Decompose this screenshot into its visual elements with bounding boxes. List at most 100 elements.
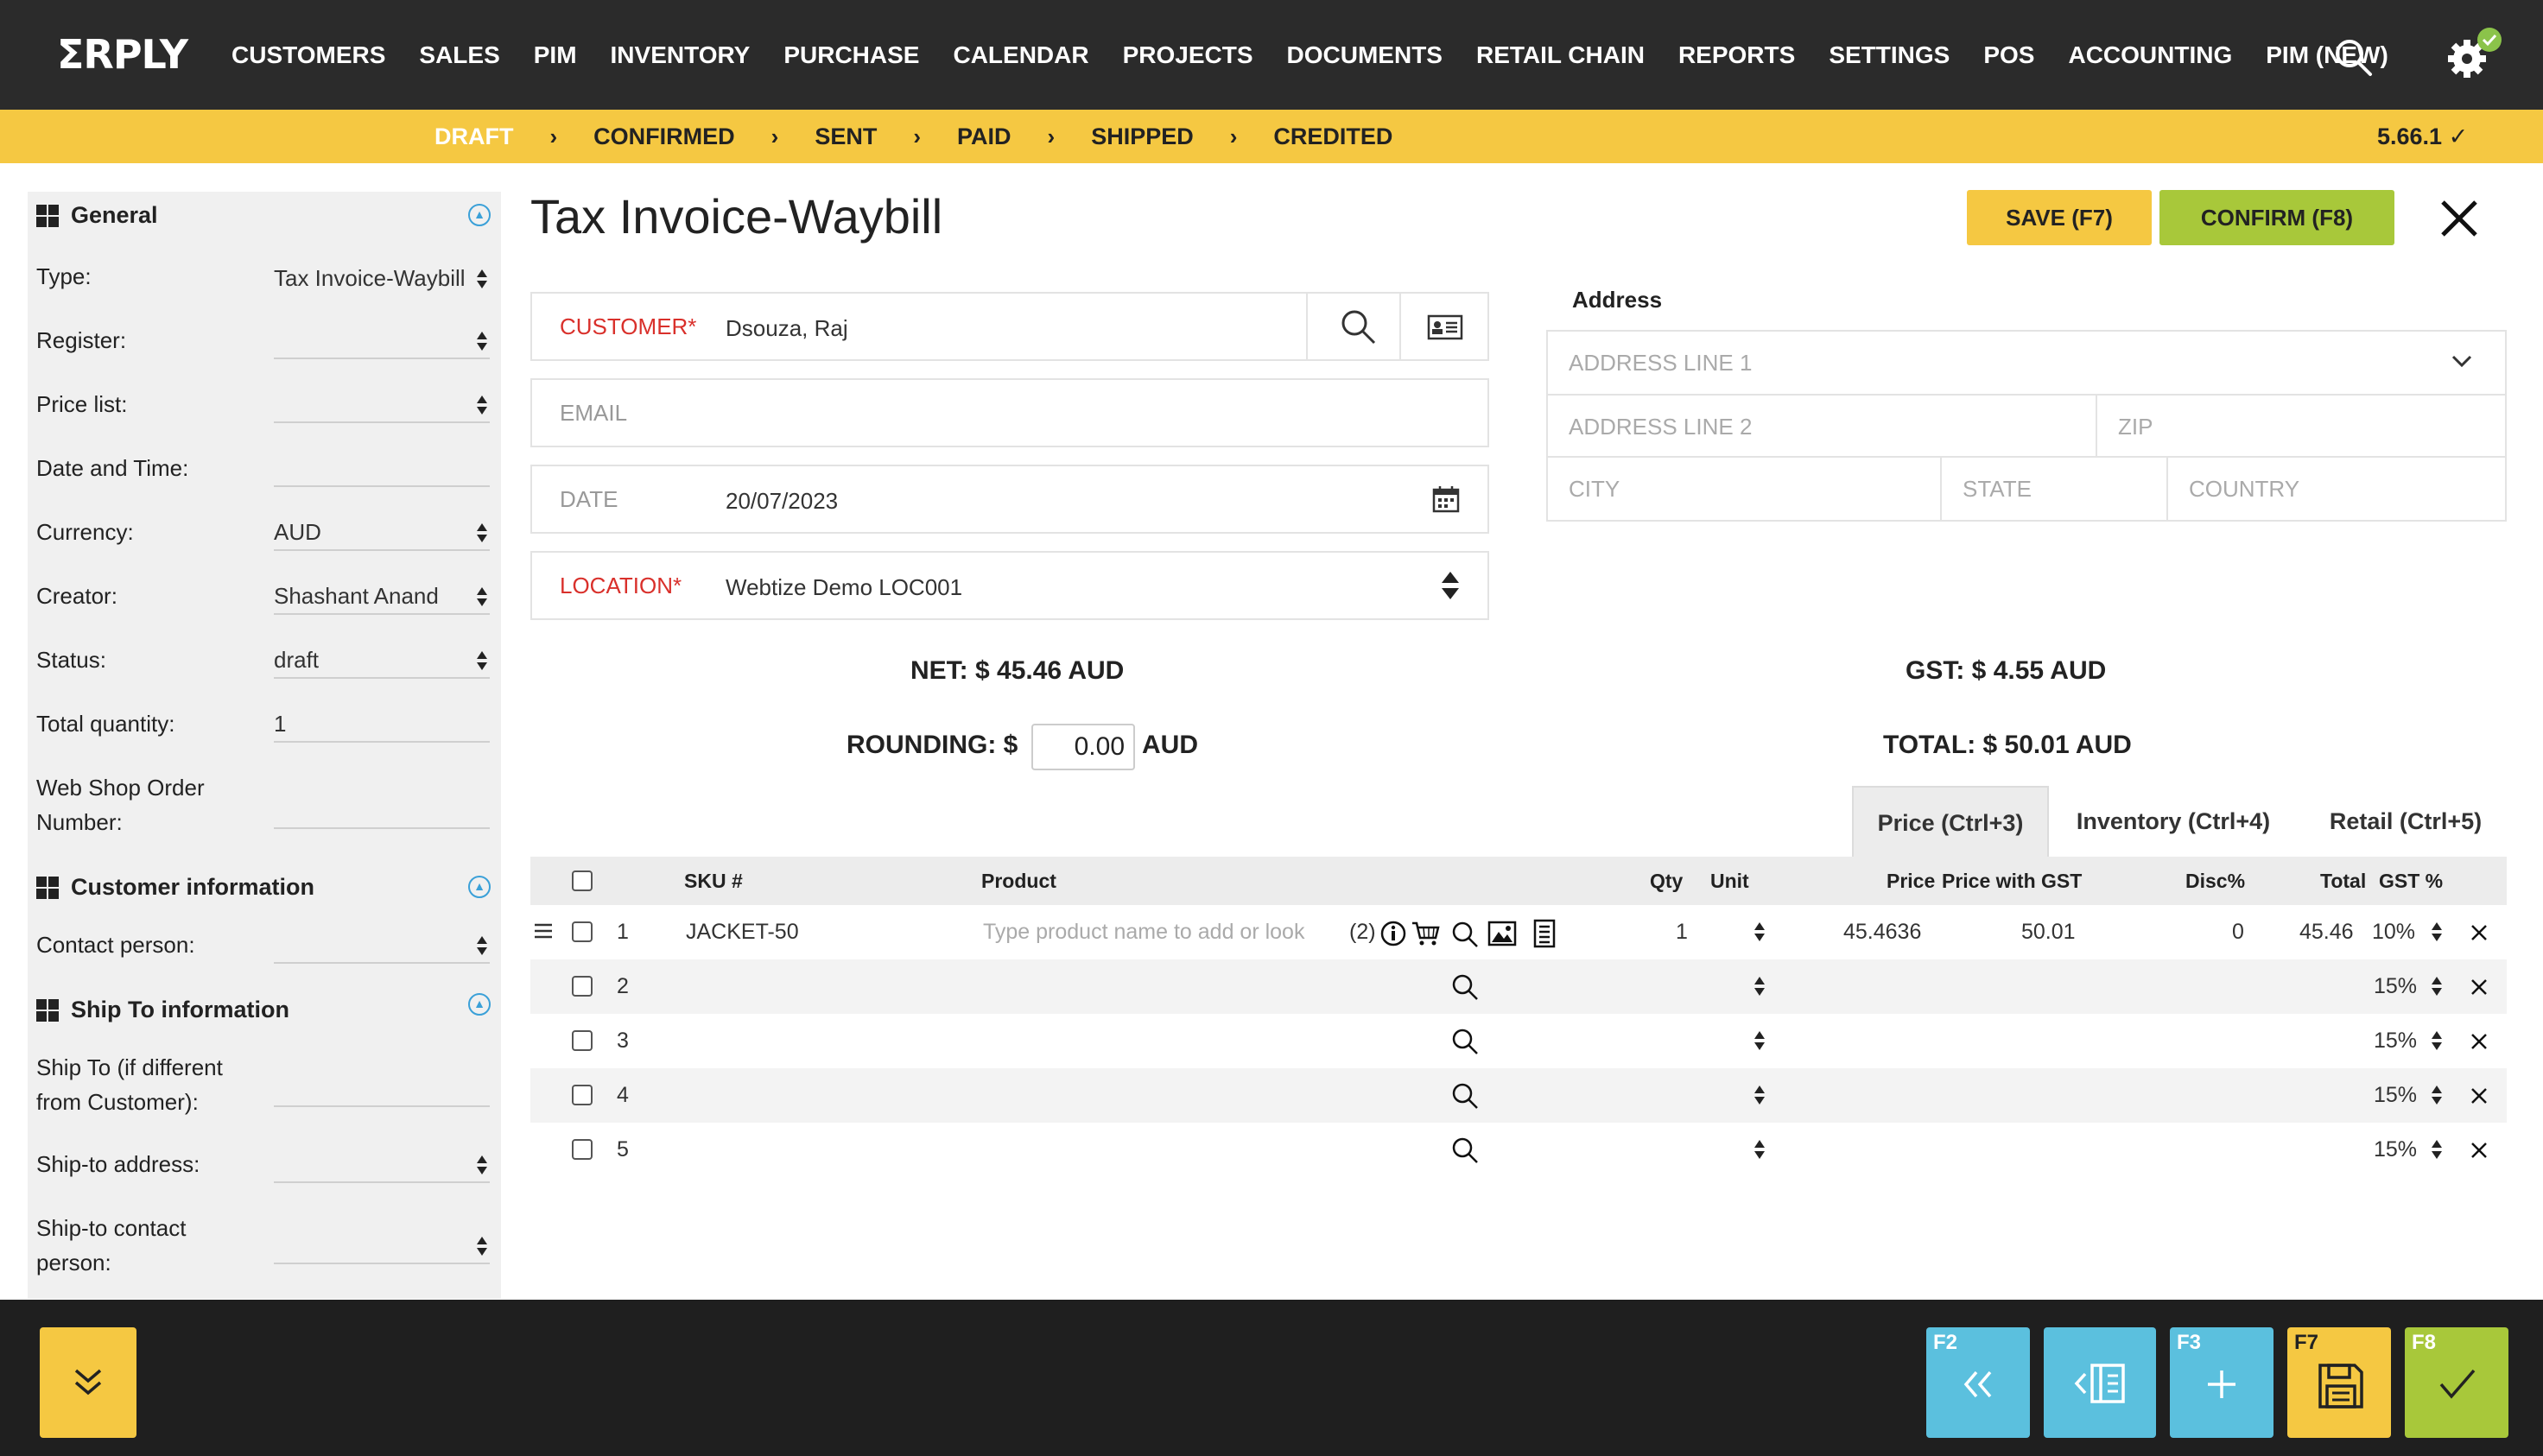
menu-pim[interactable]: PIM (534, 41, 577, 69)
unit-select-arrows-icon[interactable] (1753, 921, 1766, 943)
drag-handle-icon[interactable] (534, 922, 553, 940)
unit-select-arrows-icon[interactable] (1753, 1029, 1766, 1052)
erply-logo[interactable]: ΣRPLY (57, 31, 188, 78)
close-icon[interactable] (2438, 197, 2481, 240)
search-icon[interactable] (1451, 1028, 1479, 1055)
gst-select-arrows-icon[interactable] (2431, 1029, 2443, 1052)
register-select[interactable] (274, 321, 490, 359)
ship-to-contact-select[interactable] (274, 1226, 490, 1264)
info-icon[interactable] (1380, 921, 1406, 946)
delete-row-icon[interactable] (2470, 1087, 2488, 1105)
step-paid[interactable]: PAID (957, 123, 1011, 150)
city-input[interactable]: CITY (1548, 458, 1942, 520)
date-time-input[interactable] (274, 449, 490, 487)
menu-documents[interactable]: DOCUMENTS (1287, 41, 1443, 69)
unit-select-arrows-icon[interactable] (1753, 1084, 1766, 1106)
delete-row-icon[interactable] (2470, 1033, 2488, 1050)
document-icon[interactable] (1532, 919, 1557, 948)
step-draft[interactable]: DRAFT (434, 123, 513, 150)
unit-select-arrows-icon[interactable] (1753, 1138, 1766, 1161)
f2-back-button[interactable]: F2 (1926, 1327, 2030, 1438)
table-row[interactable]: 5 15% (530, 1123, 2507, 1177)
menu-projects[interactable]: PROJECTS (1123, 41, 1253, 69)
unit-select-arrows-icon[interactable] (1753, 975, 1766, 997)
rounding-input[interactable]: 0.00 (1031, 724, 1135, 770)
cart-icon[interactable] (1411, 921, 1441, 946)
menu-calendar[interactable]: CALENDAR (953, 41, 1088, 69)
web-shop-order-input[interactable] (274, 791, 490, 829)
f3-add-button[interactable]: F3 (2170, 1327, 2273, 1438)
customer-value[interactable]: Dsouza, Raj (726, 294, 848, 363)
menu-reports[interactable]: REPORTS (1678, 41, 1795, 69)
delete-row-icon[interactable] (2470, 924, 2488, 941)
tab-price[interactable]: Price (Ctrl+3) (1852, 786, 2049, 857)
customer-field[interactable]: CUSTOMER* Dsouza, Raj (530, 292, 1489, 361)
f8-confirm-button[interactable]: F8 (2405, 1327, 2508, 1438)
step-credited[interactable]: CREDITED (1273, 123, 1392, 150)
search-icon[interactable] (1451, 973, 1479, 1001)
gst-select-arrows-icon[interactable] (2431, 921, 2443, 943)
gst-select-arrows-icon[interactable] (2431, 975, 2443, 997)
price-list-select[interactable] (274, 385, 490, 423)
tab-retail[interactable]: Retail (Ctrl+5) (2306, 786, 2505, 857)
expand-sidebar-button[interactable] (40, 1327, 136, 1438)
step-sent[interactable]: SENT (815, 123, 877, 150)
select-all-checkbox[interactable] (572, 870, 593, 891)
row-price[interactable]: 45.4636 (1843, 905, 1921, 959)
step-confirmed[interactable]: CONFIRMED (593, 123, 735, 150)
ship-to-address-select[interactable] (274, 1145, 490, 1183)
row-discount[interactable]: 0 (2232, 905, 2244, 959)
row-checkbox[interactable] (572, 1085, 593, 1105)
menu-pos[interactable]: POS (1983, 41, 2034, 69)
tab-inventory[interactable]: Inventory (Ctrl+4) (2059, 786, 2287, 857)
menu-purchase[interactable]: PURCHASE (783, 41, 919, 69)
gst-select-arrows-icon[interactable] (2431, 1084, 2443, 1106)
image-icon[interactable] (1487, 921, 1517, 946)
delete-row-icon[interactable] (2470, 978, 2488, 996)
location-field[interactable]: LOCATION* Webtize Demo LOC001 (530, 551, 1489, 620)
gst-select-arrows-icon[interactable] (2431, 1138, 2443, 1161)
calendar-icon[interactable] (1432, 485, 1460, 513)
search-icon[interactable] (1451, 1082, 1479, 1110)
chevron-down-icon[interactable] (2451, 354, 2472, 368)
search-icon[interactable] (1451, 1136, 1479, 1164)
row-checkbox[interactable] (572, 1030, 593, 1051)
zip-input[interactable]: ZIP (2097, 396, 2505, 458)
country-input[interactable]: COUNTRY (2168, 458, 2505, 520)
ship-to-section-header[interactable]: Ship To information (36, 997, 289, 1023)
status-select[interactable]: draft (274, 641, 490, 679)
collapse-up-icon[interactable]: ▲ (468, 876, 491, 898)
search-icon[interactable] (1339, 307, 1377, 345)
date-value[interactable]: 20/07/2023 (726, 466, 838, 535)
menu-customers[interactable]: CUSTOMERS (231, 41, 385, 69)
ship-to-customer-input[interactable] (274, 1069, 490, 1107)
sidebar-toggle-button[interactable] (2044, 1327, 2156, 1438)
address-line2-input[interactable]: ADDRESS LINE 2 (1548, 396, 2097, 458)
row-checkbox[interactable] (572, 921, 593, 942)
currency-select[interactable]: AUD (274, 513, 490, 551)
type-select[interactable]: Tax Invoice-Waybill (274, 259, 490, 297)
state-input[interactable]: STATE (1942, 458, 2168, 520)
menu-settings[interactable]: SETTINGS (1829, 41, 1950, 69)
step-shipped[interactable]: SHIPPED (1091, 123, 1194, 150)
confirm-button[interactable]: CONFIRM (F8) (2159, 190, 2394, 245)
menu-sales[interactable]: SALES (419, 41, 499, 69)
email-field[interactable]: EMAIL (530, 378, 1489, 447)
customer-info-section-header[interactable]: Customer information (36, 874, 314, 901)
general-section-header[interactable]: General (36, 202, 158, 229)
row-price-gst[interactable]: 50.01 (2021, 905, 2076, 959)
delete-row-icon[interactable] (2470, 1142, 2488, 1159)
menu-accounting[interactable]: ACCOUNTING (2068, 41, 2232, 69)
table-row[interactable]: 4 15% (530, 1068, 2507, 1123)
collapse-up-icon[interactable]: ▲ (468, 993, 491, 1016)
contact-card-icon[interactable] (1427, 314, 1463, 340)
contact-person-select[interactable] (274, 926, 490, 964)
select-arrows-icon[interactable] (1441, 570, 1460, 601)
address-line1-select[interactable]: ADDRESS LINE 1 (1548, 332, 2505, 396)
f7-save-button[interactable]: F7 (2287, 1327, 2391, 1438)
collapse-up-icon[interactable]: ▲ (468, 204, 491, 226)
search-icon[interactable] (2332, 36, 2374, 78)
save-button[interactable]: SAVE (F7) (1967, 190, 2152, 245)
menu-inventory[interactable]: INVENTORY (611, 41, 751, 69)
table-row[interactable]: 2 15% (530, 959, 2507, 1014)
